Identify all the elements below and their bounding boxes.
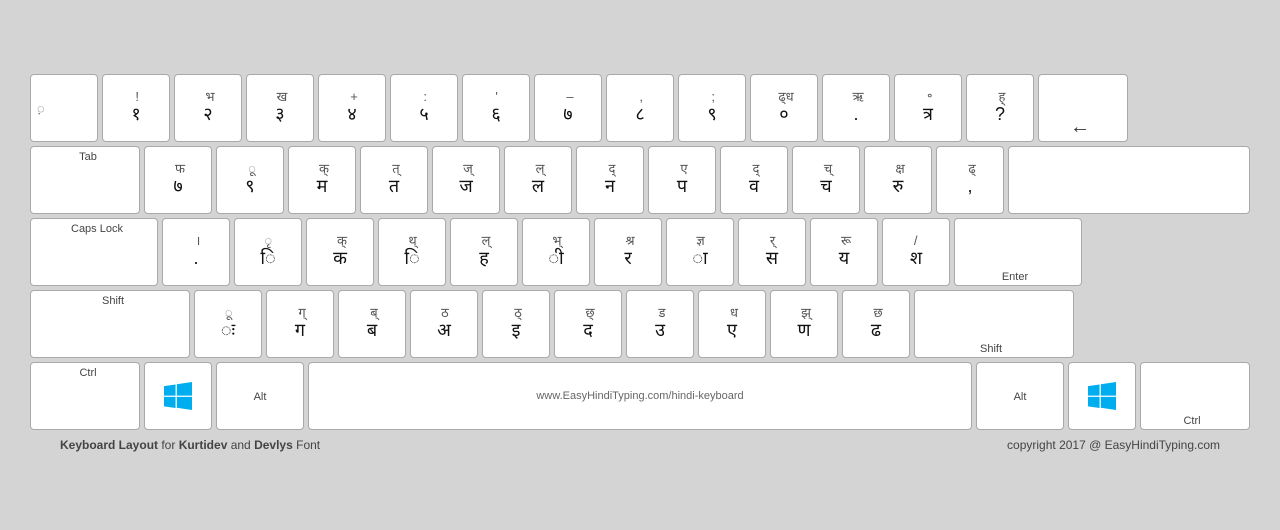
row-number: ़ ! १ भ २ ख ३ + ४ [30, 74, 1250, 142]
key-s[interactable]: ृ ि [234, 218, 302, 286]
key-8[interactable]: , ८ [606, 74, 674, 142]
key-quote[interactable]: / श [882, 218, 950, 286]
windows-logo-right-icon [1088, 382, 1116, 410]
key-backspace[interactable]: ← [1038, 74, 1128, 142]
key-caps-lock[interactable]: Caps Lock [30, 218, 158, 286]
row-bottom: Ctrl Alt www.EasyHindiTyping.com/hindi-k… [30, 362, 1250, 430]
key-equals[interactable]: ॰ त्र [894, 74, 962, 142]
key-shift-left[interactable]: Shift [30, 290, 190, 358]
footer: Keyboard Layout for Kurtidev and Devlys … [30, 434, 1250, 456]
keyboard-wrapper: ़ ! १ भ २ ख ३ + ४ [0, 54, 1280, 476]
key-l[interactable]: र् स [738, 218, 806, 286]
key-w[interactable]: ू ९ [216, 146, 284, 214]
footer-copyright: copyright 2017 @ EasyHindiTyping.com [1007, 438, 1220, 452]
key-c[interactable]: ब् ब [338, 290, 406, 358]
key-g[interactable]: ल् ह [450, 218, 518, 286]
key-9[interactable]: ; ९ [678, 74, 746, 142]
key-h[interactable]: भ् ी [522, 218, 590, 286]
key-4[interactable]: + ४ [318, 74, 386, 142]
key-rbracket[interactable]: ढ् , [936, 146, 1004, 214]
key-k[interactable]: ज्ञ ा [666, 218, 734, 286]
key-u[interactable]: द् न [576, 146, 644, 214]
key-p[interactable]: च् च [792, 146, 860, 214]
key-b[interactable]: ठ् इ [482, 290, 550, 358]
key-enter-extend [1008, 146, 1250, 214]
key-tab[interactable]: Tab [30, 146, 140, 214]
key-z[interactable]: ू ः [194, 290, 262, 358]
key-2[interactable]: भ २ [174, 74, 242, 142]
key-ctrl-right[interactable]: Ctrl [1140, 362, 1250, 430]
footer-title: Keyboard Layout for Kurtidev and Devlys … [60, 438, 320, 452]
key-comma[interactable]: ध ए [698, 290, 766, 358]
key-alt-left[interactable]: Alt [216, 362, 304, 430]
key-minus[interactable]: ऋ . [822, 74, 890, 142]
key-enter[interactable]: Enter [954, 218, 1082, 286]
key-7[interactable]: – ७ [534, 74, 602, 142]
key-bracket[interactable]: ह् ? [966, 74, 1034, 142]
key-space[interactable]: www.EasyHindiTyping.com/hindi-keyboard [308, 362, 972, 430]
key-alt-right[interactable]: Alt [976, 362, 1064, 430]
key-q[interactable]: फ ७ [144, 146, 212, 214]
key-m[interactable]: ड उ [626, 290, 694, 358]
key-d[interactable]: क् क [306, 218, 374, 286]
key-win-right[interactable] [1068, 362, 1136, 430]
key-x[interactable]: ग् ग [266, 290, 334, 358]
key-j[interactable]: श्र र [594, 218, 662, 286]
key-shift-right[interactable]: Shift [914, 290, 1074, 358]
key-win-left[interactable] [144, 362, 212, 430]
key-6[interactable]: ' ६ [462, 74, 530, 142]
key-slash[interactable]: छ ढ [842, 290, 910, 358]
key-ctrl-left[interactable]: Ctrl [30, 362, 140, 430]
key-y[interactable]: ल् ल [504, 146, 572, 214]
row-shift: Shift ू ः ग् ग ब् ब ठ अ [30, 290, 1250, 358]
key-a[interactable]: । . [162, 218, 230, 286]
key-5[interactable]: : ५ [390, 74, 458, 142]
key-3[interactable]: ख ३ [246, 74, 314, 142]
key-o[interactable]: द् व [720, 146, 788, 214]
key-1[interactable]: ! १ [102, 74, 170, 142]
key-lbracket[interactable]: क्ष रु [864, 146, 932, 214]
key-n[interactable]: छ् द [554, 290, 622, 358]
key-f[interactable]: थ् ि [378, 218, 446, 286]
key-r[interactable]: त् त [360, 146, 428, 214]
row-asdf: Caps Lock । . ृ ि क् क थ् ि [30, 218, 1250, 286]
key-e[interactable]: क् म [288, 146, 356, 214]
windows-logo-icon [164, 382, 192, 410]
key-t[interactable]: ज् ज [432, 146, 500, 214]
key-semicolon[interactable]: रू य [810, 218, 878, 286]
key-0[interactable]: ढ्ध ० [750, 74, 818, 142]
key-i[interactable]: ए प [648, 146, 716, 214]
key-v[interactable]: ठ अ [410, 290, 478, 358]
key-backtick[interactable]: ़ [30, 74, 98, 142]
row-qwerty: Tab फ ७ ू ९ क् म त् त [30, 146, 1250, 214]
key-period[interactable]: झ् ण [770, 290, 838, 358]
